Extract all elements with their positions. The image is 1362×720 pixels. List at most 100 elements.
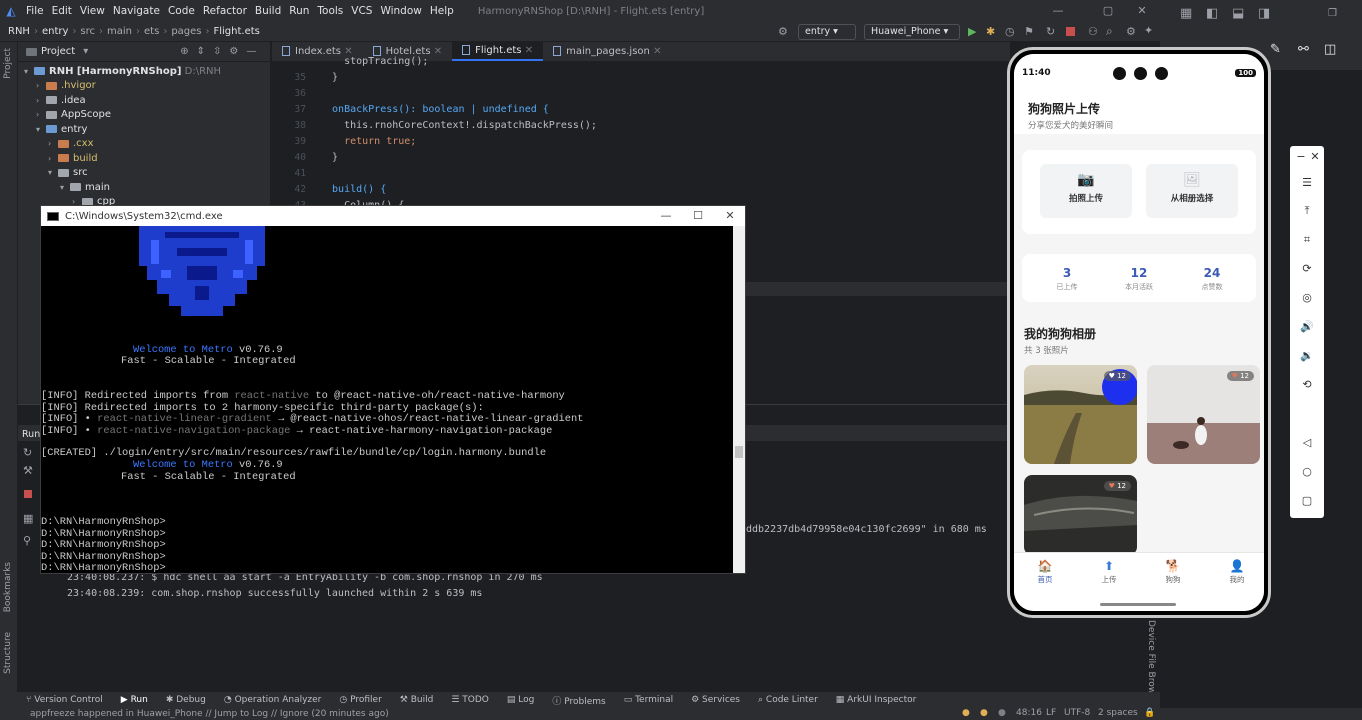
status-indicator-icon[interactable]: ● [980, 708, 988, 718]
wrench-icon[interactable]: ⚒ [23, 464, 33, 477]
rerun-icon[interactable]: ↻ [23, 446, 32, 459]
breadcrumb-rnh[interactable]: RNH [8, 26, 30, 37]
profile-icon[interactable]: ◷ [1005, 25, 1015, 38]
status-indicator-icon[interactable]: ● [998, 708, 1006, 718]
tab-upload[interactable]: ⬆ 上传 [1084, 559, 1134, 585]
menu-run[interactable]: Run [285, 5, 313, 17]
settings-gear-icon[interactable]: ⚙ [778, 25, 788, 38]
cmd-maximize-icon[interactable]: ☐ [681, 206, 715, 226]
cmd-scrollbar[interactable] [733, 226, 745, 573]
tool-log[interactable]: ▤ Log [507, 695, 534, 705]
maximize-icon[interactable]: ▢ [1094, 0, 1122, 22]
menu-code[interactable]: Code [164, 5, 199, 17]
minimize-icon[interactable]: — [1044, 0, 1072, 22]
bookmarks-tool-tab[interactable]: Bookmarks [3, 562, 13, 612]
close-toolbar-icon[interactable]: ✕ [1298, 150, 1332, 163]
phone-screen[interactable]: 11:40 100 狗狗照片上传 分享您爱犬的美好瞬间 📷 拍照上传 🖼 从相册… [1014, 54, 1264, 611]
tab-dogs[interactable]: 🐕 狗狗 [1148, 559, 1198, 585]
hide-panel-icon[interactable]: — [246, 46, 256, 57]
tab-profile[interactable]: 👤 我的 [1212, 559, 1262, 585]
run-icon[interactable]: ▶ [968, 25, 976, 38]
menu-build[interactable]: Build [251, 5, 285, 17]
breadcrumb-main[interactable]: main [107, 26, 132, 37]
menu-vcs[interactable]: VCS [347, 5, 376, 17]
like-badge[interactable]: ♥ 12 [1226, 371, 1254, 381]
menu-icon[interactable]: ☰ [1290, 176, 1324, 189]
tree-item-cxx[interactable]: › .cxx [48, 137, 94, 152]
volume-down-icon[interactable]: 🔉 [1290, 349, 1324, 362]
dog-photo-1[interactable]: ♥ 12 [1024, 365, 1137, 464]
tree-item-build[interactable]: › build [48, 151, 98, 166]
tab-home[interactable]: 🏠 首页 [1020, 559, 1070, 585]
module-selector[interactable]: entry ▾ [798, 24, 856, 40]
status-indicator-icon[interactable]: ● [962, 708, 970, 718]
status-line-ending[interactable]: LF [1046, 708, 1056, 718]
rotate-icon[interactable]: ⟳ [1290, 262, 1324, 275]
stop-run-icon[interactable] [24, 490, 32, 498]
tool-problems[interactable]: ⓘ Problems [552, 694, 605, 707]
tool-services[interactable]: ⚙ Services [691, 695, 740, 705]
search-icon[interactable]: ⌕ [1106, 24, 1113, 39]
menu-window[interactable]: Window [376, 5, 425, 17]
tool-arkui-inspector[interactable]: ▦ ArkUI Inspector [836, 695, 917, 705]
ide-assistant-icon[interactable]: ✦ [1144, 24, 1153, 37]
edit-pen-icon[interactable]: ✎ [1270, 42, 1281, 57]
expand-all-icon[interactable]: ⇕ [197, 46, 205, 57]
layout-icon[interactable]: ▦ [23, 512, 33, 525]
cmd-minimize-icon[interactable]: — [649, 206, 683, 226]
cmd-window[interactable]: C:\Windows\System32\cmd.exe — ☐ ✕ Welcom… [40, 205, 746, 574]
tree-item-appscope[interactable]: › AppScope [36, 108, 111, 123]
menu-help[interactable]: Help [426, 5, 458, 17]
panel-bottom-icon[interactable]: ⬓ [1232, 6, 1244, 21]
menu-refactor[interactable]: Refactor [199, 5, 251, 17]
project-tool-tab[interactable]: Project [3, 48, 13, 79]
tool-code-linter[interactable]: ⌕ Code Linter [758, 695, 818, 705]
status-indent[interactable]: 2 spaces [1098, 708, 1138, 718]
tree-item-root[interactable]: ▾ RNH [HarmonyRNShop] D:\RNH [24, 64, 221, 79]
locate-icon[interactable]: ⊕ [180, 46, 188, 57]
status-position[interactable]: 48:16 [1016, 708, 1042, 718]
status-encoding[interactable]: UTF-8 [1064, 708, 1090, 718]
pin-top-icon[interactable]: ⤒ [1290, 204, 1324, 218]
structure-tool-tab[interactable]: Structure [3, 632, 13, 674]
crop-icon[interactable]: ⌗ [1290, 233, 1324, 247]
menu-file[interactable]: File [22, 5, 48, 17]
menu-edit[interactable]: Edit [48, 5, 76, 17]
breadcrumb-ets[interactable]: ets [144, 26, 159, 37]
options-icon[interactable]: ⚙ [229, 46, 238, 57]
tree-item-hvigor[interactable]: › .hvigor [36, 79, 96, 94]
pin-icon[interactable]: ⚲ [23, 534, 31, 547]
tab-flight-ets[interactable]: Flight.ets ✕ [452, 41, 544, 61]
tool-profiler[interactable]: ◷ Profiler [339, 695, 381, 705]
dog-photo-3[interactable]: ♥ 12 [1024, 475, 1137, 555]
attach-icon[interactable]: ⚑ [1024, 25, 1034, 38]
cmd-title-bar[interactable]: C:\Windows\System32\cmd.exe — ☐ ✕ [41, 206, 745, 226]
dog-photo-2[interactable]: ♥ 12 [1147, 365, 1260, 464]
cmd-scroll-thumb[interactable] [735, 446, 743, 458]
tool-run[interactable]: ▶ Run [121, 695, 148, 705]
breadcrumb-file[interactable]: Flight.ets [214, 26, 260, 37]
split-view-icon[interactable]: ◫ [1324, 42, 1336, 57]
tool-operation-analyzer[interactable]: ◔ Operation Analyzer [224, 695, 322, 705]
like-badge[interactable]: ♥ 12 [1103, 481, 1131, 491]
tool-build[interactable]: ⚒ Build [400, 695, 434, 705]
screenshot-icon[interactable]: ◎ [1290, 291, 1324, 304]
tool-todo[interactable]: ☰ TODO [451, 695, 489, 705]
collapse-all-icon[interactable]: ⇳ [213, 46, 221, 57]
status-message[interactable]: appfreeze happened in Huawei_Phone // Ju… [30, 709, 389, 719]
restore-icon[interactable]: ❐ [1328, 8, 1337, 19]
tool-terminal[interactable]: ▭ Terminal [624, 695, 673, 705]
tree-item-main[interactable]: ▾ main [60, 180, 110, 195]
tool-version-control[interactable]: ⑂ Version Control [26, 695, 103, 705]
back-icon[interactable]: ◁ [1290, 436, 1324, 449]
device-selector[interactable]: Huawei_Phone ▾ [864, 24, 960, 40]
fold-icon[interactable]: ⟲ [1290, 378, 1324, 391]
close-icon[interactable]: ✕ [1128, 0, 1156, 22]
connections-icon[interactable]: ⚯ [1298, 42, 1309, 57]
layout-grid-icon[interactable]: ▦ [1180, 6, 1192, 21]
debug-icon[interactable]: ✱ [986, 25, 995, 38]
camera-upload-button[interactable]: 📷 拍照上传 [1040, 164, 1132, 218]
menu-tools[interactable]: Tools [313, 5, 347, 17]
breadcrumb-src[interactable]: src [80, 26, 95, 37]
tab-main-pages-json[interactable]: main_pages.json ✕ [543, 41, 671, 61]
